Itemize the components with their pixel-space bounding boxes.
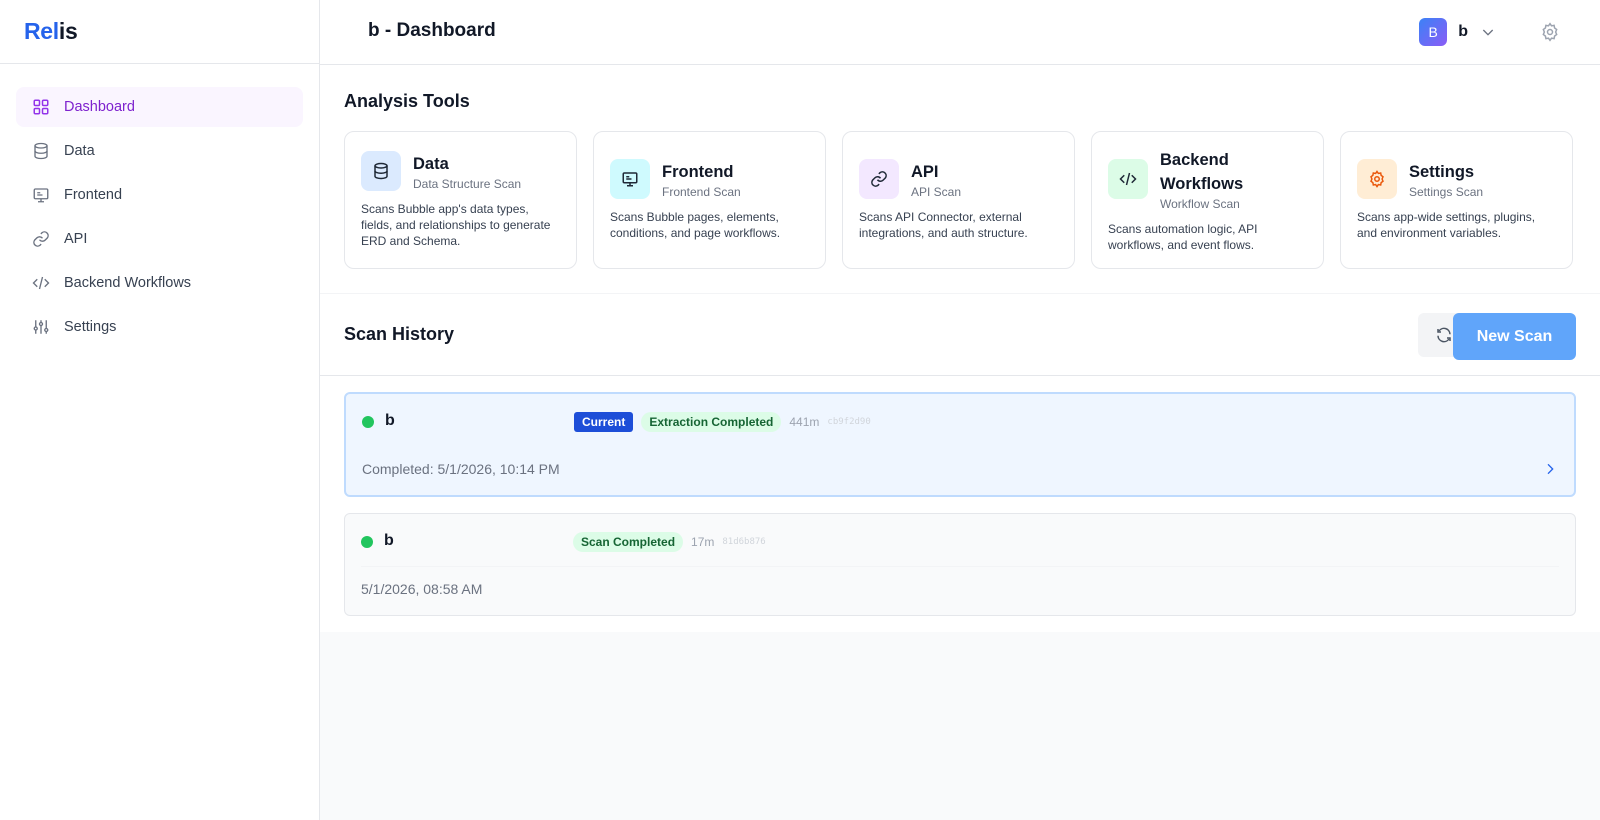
tool-card-settings[interactable]: Settings Settings Scan Scans app-wide se… [1340,131,1573,269]
scan-hash: 81d6b876 [722,537,766,547]
card-subtitle: Workflow Scan [1160,196,1240,211]
card-description: Scans Bubble pages, elements, conditions… [610,210,781,240]
scan-date: Completed: 5/1/2026, 10:14 PM [362,461,560,477]
card-description: Scans app-wide settings, plugins, and en… [1357,210,1536,240]
scan-hash: cb9f2d90 [827,417,871,427]
scan-row[interactable]: b Scan Completed 17m 81d6b876 5/1/2026, … [344,513,1576,616]
sliders-icon [32,318,50,336]
sidebar-item-label: Dashboard [64,99,135,115]
monitor-icon [32,186,50,204]
code-icon [32,274,50,292]
tool-card-api[interactable]: API API Scan Scans API Connector, extern… [842,131,1075,269]
chevron-down-icon [1482,29,1494,36]
status-badge: Scan Completed [573,532,684,552]
tool-card-frontend[interactable]: Frontend Frontend Scan Scans Bubble page… [593,131,826,269]
sidebar-item-label: Data [64,143,95,159]
user-menu[interactable]: B b [1419,18,1496,46]
scan-history-section: Scan History New Scan b Current Extracti… [320,294,1600,632]
database-icon [32,142,50,160]
scan-list: b Current Extraction Completed 441m cb9f… [320,376,1600,632]
scan-badges: Current Extraction Completed 441m cb9f2d… [574,412,871,432]
card-title: Settings [1409,162,1475,181]
sidebar-item-label: Frontend [64,187,123,203]
page-title: b - Dashboard [368,20,496,41]
sidebar: Rel is Dashboard Data Frontend API Backe… [0,0,320,820]
sidebar-item-data[interactable]: Data [16,131,303,171]
scan-duration: 441m [789,415,820,429]
scan-badges: Scan Completed 17m 81d6b876 [573,532,766,552]
card-subtitle: API Scan [911,184,962,199]
refresh-icon [1437,327,1451,343]
status-dot [362,416,374,428]
scan-row[interactable]: b Current Extraction Completed 441m cb9f… [344,392,1576,497]
monitor-icon [610,159,650,199]
brand-logo-part1: Rel [24,18,59,44]
card-description: Scans API Connector, external integratio… [859,210,1028,240]
sidebar-item-label: Backend Workflows [64,275,192,291]
scan-name: b [384,532,394,549]
scan-duration: 17m [691,535,715,549]
brand-logo[interactable]: Rel is [0,0,319,64]
grid-icon [32,98,50,116]
sidebar-item-backend-workflows[interactable]: Backend Workflows [16,263,303,303]
sidebar-nav: Dashboard Data Frontend API Backend Work… [0,64,319,347]
sidebar-item-settings[interactable]: Settings [16,307,303,347]
code-icon [1108,159,1148,199]
gear-icon [1357,159,1397,199]
card-subtitle: Frontend Scan [662,184,741,199]
card-description: Scans automation logic, API workflows, a… [1108,221,1258,252]
sidebar-item-dashboard[interactable]: Dashboard [16,87,303,127]
section-title: Analysis Tools [344,91,470,111]
sidebar-item-label: API [64,231,88,247]
link-icon [859,159,899,199]
sidebar-item-label: Settings [64,319,117,335]
status-dot [361,536,373,548]
card-title: Backend Workflows [1160,150,1244,193]
tool-cards: Data Data Structure Scan Scans Bubble ap… [344,131,1576,269]
section-title: Scan History [344,324,455,344]
card-description: Scans Bubble app's data types, fields, a… [361,202,551,248]
top-bar: b - Dashboard B b [320,0,1600,65]
new-scan-button[interactable]: New Scan [1453,313,1576,360]
gear-icon[interactable] [1540,22,1560,42]
tool-card-backend-workflows[interactable]: Backend Workflows Workflow Scan Scans au… [1091,131,1324,269]
scan-name: b [385,412,395,429]
content: Analysis Tools Data Data Structure Scan … [320,65,1600,632]
card-subtitle: Data Structure Scan [413,176,522,191]
scan-history-header: Scan History New Scan [320,294,1600,376]
database-icon [361,151,401,191]
brand-logo-part2: is [58,18,78,44]
sidebar-item-api[interactable]: API [16,219,303,259]
scan-date: 5/1/2026, 08:58 AM [361,581,483,597]
sidebar-item-frontend[interactable]: Frontend [16,175,303,215]
link-icon [32,230,50,248]
tool-card-data[interactable]: Data Data Structure Scan Scans Bubble ap… [344,131,577,269]
main-area: b - Dashboard B b Analysis Tools Data Da… [320,0,1600,820]
card-subtitle: Settings Scan [1409,184,1484,199]
card-title: Data [413,154,449,173]
row-divider [361,566,1559,567]
avatar: B [1419,18,1448,46]
user-name: b [1458,23,1468,40]
analysis-tools-section: Analysis Tools Data Data Structure Scan … [320,65,1600,294]
card-title: Frontend [662,162,734,181]
current-badge: Current [574,412,634,432]
chevron-right-icon[interactable] [1542,461,1558,477]
status-badge: Extraction Completed [641,412,782,432]
card-title: API [911,162,939,181]
